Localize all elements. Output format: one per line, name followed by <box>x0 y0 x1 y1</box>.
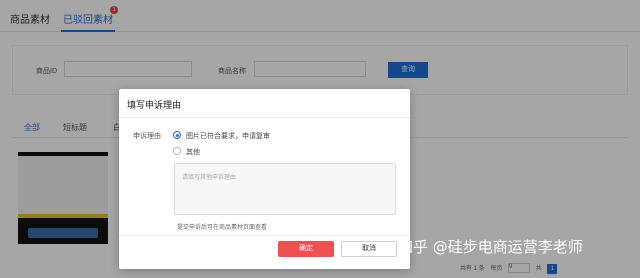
radio-meets-requirements[interactable] <box>173 131 181 139</box>
dialog-divider <box>119 117 410 118</box>
radio-meets-requirements-label[interactable]: 图片已符合要求，申请复审 <box>186 131 270 141</box>
radio-other[interactable] <box>173 147 181 155</box>
watermark-text: 知乎 @硅步电商运营李老师 <box>398 238 583 256</box>
other-reason-textarea[interactable]: 请填写其他申诉理由 <box>174 163 396 215</box>
appeal-dialog: 填写申诉理由 申诉理由 图片已符合要求，申请复审 其他 请填写其他申诉理由 提交… <box>119 89 410 269</box>
appeal-reason-label: 申诉理由 <box>133 133 161 140</box>
radio-other-label[interactable]: 其他 <box>186 147 200 157</box>
dialog-footer-divider <box>119 235 410 236</box>
appeal-hint: 提交申诉后可在商品素材页面查看 <box>177 225 268 231</box>
cancel-button[interactable]: 取消 <box>341 241 397 257</box>
dialog-title: 填写申诉理由 <box>127 100 182 110</box>
confirm-button[interactable]: 确定 <box>278 241 334 257</box>
